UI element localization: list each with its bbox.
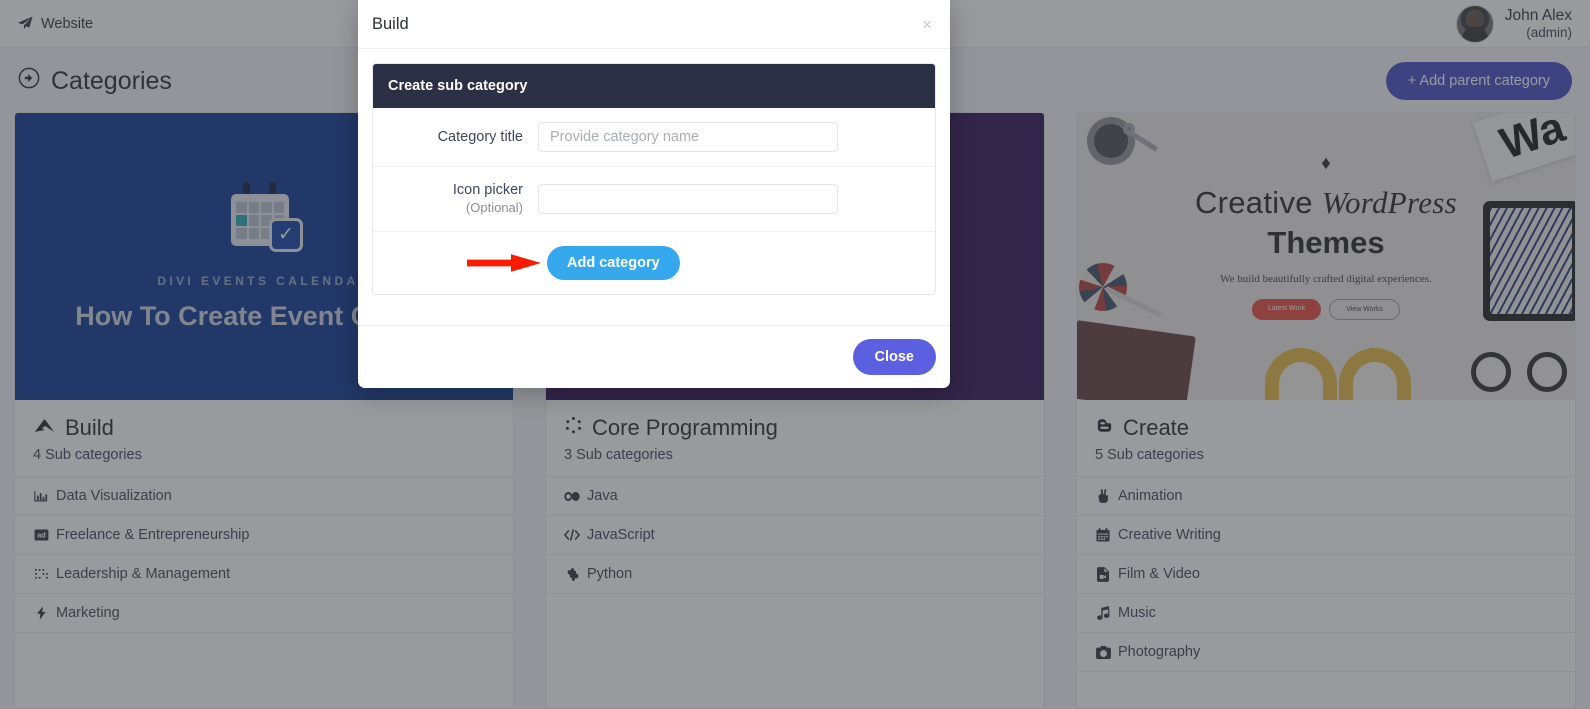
icon-picker-row: Icon picker (Optional) [373,167,935,232]
close-icon[interactable]: × [922,16,932,33]
icon-picker-optional-note: (Optional) [465,199,523,215]
add-category-button[interactable]: Add category [547,245,680,280]
category-title-label: Category title [388,128,523,147]
modal-footer: Close [358,325,950,388]
modal-header: Build × [358,0,950,49]
category-title-input[interactable] [538,122,838,152]
icon-picker-label-text: Icon picker [452,182,523,198]
build-modal: Build × Create sub category Category tit… [358,0,950,388]
modal-title: Build [372,14,409,33]
category-title-row: Category title [373,108,935,167]
panel-title: Create sub category [373,64,935,108]
icon-picker-input[interactable] [538,183,838,214]
create-sub-category-panel: Create sub category Category title Icon … [372,63,936,295]
icon-picker-label: Icon picker (Optional) [388,181,523,217]
red-arrow-pointing-right-icon [467,253,541,272]
category-title-label-text: Category title [437,128,523,145]
close-button[interactable]: Close [852,339,936,375]
add-category-row: Add category [373,232,935,294]
modal-body: Create sub category Category title Icon … [358,49,950,325]
